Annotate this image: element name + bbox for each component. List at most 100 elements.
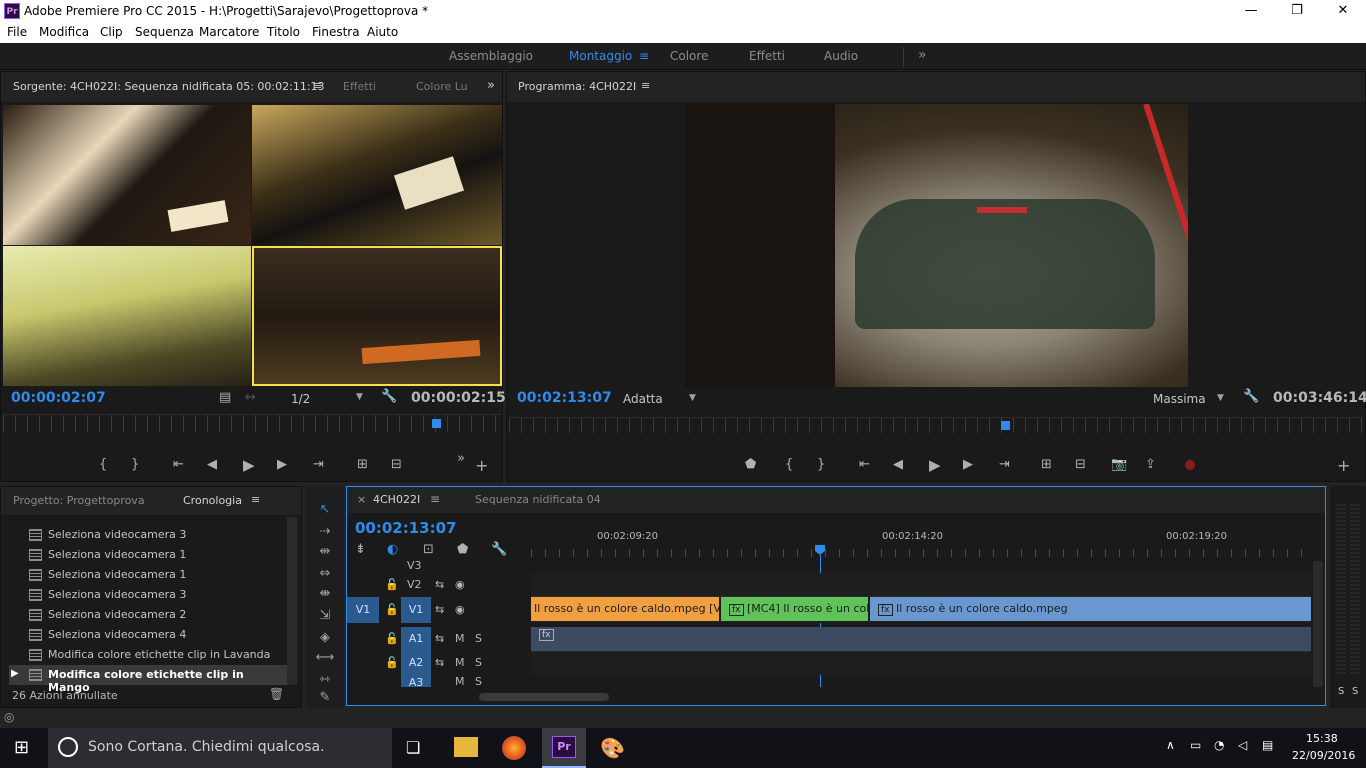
slip-tool-icon[interactable]: ◈ xyxy=(314,630,336,650)
menu-clip[interactable]: Clip xyxy=(100,25,123,39)
add-marker-button[interactable]: ⬟ xyxy=(745,456,756,474)
track-lane-v1[interactable]: Il rosso è un colore caldo.mpeg [V] fx [… xyxy=(531,597,1311,623)
solo-right-button[interactable]: S xyxy=(1352,686,1358,697)
wifi-icon[interactable]: ◔ xyxy=(1214,738,1224,752)
workspace-effetti[interactable]: Effetti xyxy=(749,49,785,63)
track-lane-a2[interactable] xyxy=(531,651,1311,675)
mark-out-button[interactable]: } xyxy=(131,456,139,474)
source-resolution-select[interactable]: 1/2 xyxy=(291,392,310,406)
slide-tool-icon[interactable]: ⟷ xyxy=(314,650,336,670)
timeline-settings-wrench-icon[interactable]: 🔧 xyxy=(491,541,507,559)
mark-in-button[interactable]: { xyxy=(785,456,793,474)
mute-button[interactable]: M xyxy=(455,656,465,669)
solo-button[interactable]: S xyxy=(475,656,482,669)
mute-button[interactable]: M xyxy=(455,675,465,687)
tab-progetto[interactable]: Progetto: Progettoprova xyxy=(13,494,145,507)
cortana-search-box[interactable]: Sono Cortana. Chiedimi qualcosa. xyxy=(48,728,392,768)
sync-lock-icon[interactable]: ⇆ xyxy=(435,656,444,669)
timeline-horizontal-scrollbar[interactable] xyxy=(479,693,609,701)
camera-4-view-selected[interactable] xyxy=(252,246,502,386)
workspace-assemblaggio[interactable]: Assemblaggio xyxy=(449,49,533,63)
workspace-more-icon[interactable]: » xyxy=(918,47,927,63)
source-time-ruler[interactable] xyxy=(3,414,501,432)
eye-icon[interactable]: ◉ xyxy=(455,578,465,591)
step-forward-button[interactable]: ▶ xyxy=(963,456,973,474)
workspace-colore[interactable]: Colore xyxy=(670,49,708,63)
wrench-icon[interactable]: 🔧 xyxy=(1243,388,1259,406)
menu-modifica[interactable]: Modifica xyxy=(39,25,89,39)
list-item-selected[interactable]: ▶ Modifica colore etichette clip in Mango xyxy=(9,665,287,694)
source-add-button[interactable]: + xyxy=(475,457,488,475)
nest-toggle-icon[interactable]: ⇟ xyxy=(355,541,366,559)
workspace-menu-icon[interactable]: ≡ xyxy=(639,49,649,63)
list-item[interactable]: Seleziona videocamera 1 xyxy=(9,545,287,565)
safe-margins-icon[interactable]: ▤ xyxy=(219,389,231,407)
razor-tool-icon[interactable]: ⇲ xyxy=(314,608,336,628)
tab-colore-lumetri[interactable]: Colore Lu xyxy=(416,80,468,93)
notification-icon[interactable]: ▤ xyxy=(1262,738,1273,752)
selection-tool-icon[interactable]: ↖ xyxy=(314,502,336,522)
wrench-icon[interactable]: 🔧 xyxy=(381,388,397,406)
sync-lock-icon[interactable]: ⇆ xyxy=(435,632,444,645)
track-select-tool-icon[interactable]: ⇢ xyxy=(314,524,336,544)
timeline-tab-menu-icon[interactable]: ≡ xyxy=(430,492,440,506)
step-back-button[interactable]: ◀ xyxy=(207,456,217,474)
maximize-button[interactable]: ❐ xyxy=(1274,0,1320,22)
program-video-frame[interactable] xyxy=(685,104,1188,387)
extract-button[interactable]: ⊟ xyxy=(1075,456,1086,474)
step-back-button[interactable]: ◀ xyxy=(893,456,903,474)
close-window-button[interactable]: ✕ xyxy=(1320,0,1366,22)
list-item[interactable]: Seleziona videocamera 3 xyxy=(9,525,287,545)
minimize-button[interactable]: — xyxy=(1228,0,1274,22)
lock-icon[interactable]: 🔓 xyxy=(385,603,399,616)
tab-sequenza-nidificata-04[interactable]: Sequenza nidificata 04 xyxy=(475,493,601,506)
lock-icon[interactable]: 🔓 xyxy=(385,656,399,669)
rate-stretch-tool-icon[interactable]: ⇼ xyxy=(314,586,336,606)
source-tab-menu-icon[interactable]: ≡ xyxy=(313,79,322,92)
track-target-a2[interactable]: A2 xyxy=(401,651,431,675)
list-item[interactable]: Seleziona videocamera 4 xyxy=(9,625,287,645)
step-forward-button[interactable]: ▶ xyxy=(277,456,287,474)
file-explorer-icon[interactable] xyxy=(454,737,478,757)
program-quality-select[interactable]: Massima xyxy=(1153,392,1206,406)
mark-in-button[interactable]: { xyxy=(99,456,107,474)
program-tab-title[interactable]: Programma: 4CH022I xyxy=(518,80,636,93)
program-time-ruler[interactable] xyxy=(509,417,1364,433)
play-button[interactable]: ▶ xyxy=(243,456,255,474)
solo-button[interactable]: S xyxy=(475,632,482,645)
program-fit-select[interactable]: Adatta xyxy=(623,392,663,406)
record-icon[interactable] xyxy=(1185,460,1195,470)
mute-button[interactable]: M xyxy=(455,632,465,645)
list-item[interactable]: Modifica colore etichette clip in Lavand… xyxy=(9,645,287,665)
menu-aiuto[interactable]: Aiuto xyxy=(367,25,398,39)
history-menu-icon[interactable]: ≡ xyxy=(251,493,260,506)
source-more-icon[interactable]: » xyxy=(457,450,465,468)
menu-titolo[interactable]: Titolo xyxy=(267,25,300,39)
export-frame-camera-icon[interactable]: 📷 xyxy=(1111,456,1127,474)
menu-file[interactable]: File xyxy=(7,25,27,39)
source-timecode-playhead[interactable]: 00:00:02:07 xyxy=(11,390,106,406)
source-tab-title[interactable]: Sorgente: 4CH022I: Sequenza nidificata 0… xyxy=(13,80,325,93)
pen-tool-icon[interactable]: ✎ xyxy=(314,690,336,710)
snap-icon[interactable]: ◐ xyxy=(387,541,398,559)
tray-chevron-up-icon[interactable]: ∧ xyxy=(1166,738,1175,752)
sync-lock-icon[interactable]: ⇆ xyxy=(435,578,444,591)
clip-v1-blue[interactable]: fx Il rosso è un colore caldo.mpeg xyxy=(870,597,1311,621)
close-tab-icon[interactable]: × xyxy=(357,493,366,506)
camera-3-view[interactable] xyxy=(3,246,251,386)
timeline-timecode[interactable]: 00:02:13:07 xyxy=(355,519,457,537)
chevron-down-icon[interactable]: ▼ xyxy=(356,392,363,402)
list-item[interactable]: Seleziona videocamera 2 xyxy=(9,605,287,625)
list-item[interactable]: Seleziona videocamera 1 xyxy=(9,565,287,585)
program-timecode-playhead[interactable]: 00:02:13:07 xyxy=(517,390,612,406)
go-to-out-button[interactable]: ⇥ xyxy=(999,456,1010,474)
add-marker-icon[interactable]: ⬟ xyxy=(457,541,468,559)
ripple-edit-tool-icon[interactable]: ⇹ xyxy=(314,544,336,564)
linked-selection-icon[interactable]: ⊡ xyxy=(423,541,434,559)
list-item[interactable]: Seleziona videocamera 3 xyxy=(9,585,287,605)
program-tab-menu-icon[interactable]: ≡ xyxy=(641,79,650,92)
task-view-icon[interactable]: ❏ xyxy=(406,738,420,757)
clip-a1-audio[interactable]: fx xyxy=(531,627,1311,651)
drag-video-icon[interactable]: ↔ xyxy=(245,389,256,407)
lock-icon[interactable]: 🔓 xyxy=(385,632,399,645)
